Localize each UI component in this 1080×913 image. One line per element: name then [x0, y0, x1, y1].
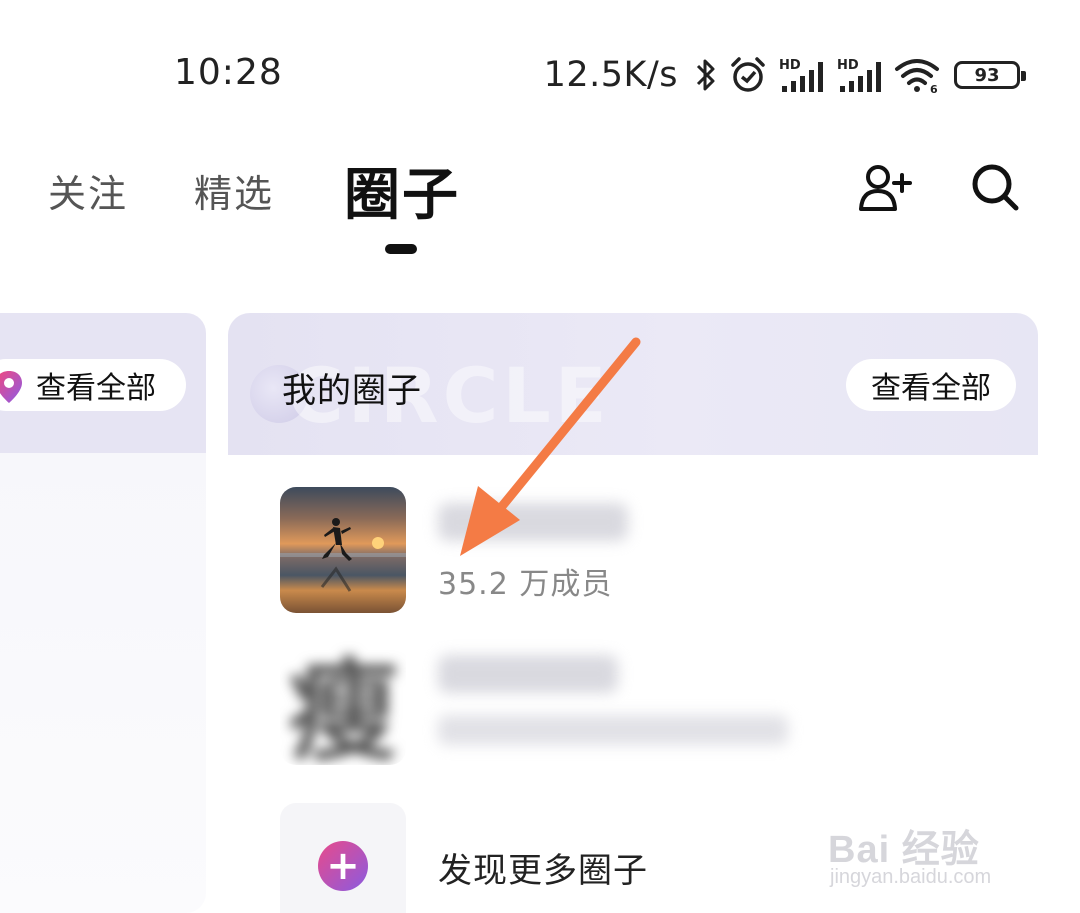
svg-text:6: 6 [930, 83, 938, 94]
hd-signal-icon: HD [836, 55, 884, 95]
location-pin-icon [0, 369, 24, 409]
status-icons: 12.5K/s HD HD 6 93 [543, 52, 1026, 98]
status-time: 10:28 [174, 52, 283, 93]
circle-member-count: 35.2 万成员 [438, 567, 613, 602]
card-header: CIRCLE 我的圈子 查看全部 [228, 313, 1038, 455]
tab-circles[interactable]: 圈子 [344, 150, 460, 231]
search-icon [970, 162, 1022, 218]
discover-more-circles-button[interactable]: + 发现更多圈子 [280, 803, 980, 913]
hd-signal-icon: HD [778, 55, 826, 95]
my-circles-card: CIRCLE 我的圈子 查看全部 35.2 万成员 瘦 + 发现更多圈子 [228, 313, 1038, 913]
add-friend-button[interactable] [858, 162, 914, 218]
alarm-icon [728, 55, 768, 95]
card-title: 我的圈子 [282, 371, 422, 411]
network-speed: 12.5K/s [543, 55, 678, 95]
search-button[interactable] [968, 162, 1024, 218]
tab-follow[interactable]: 关注 [48, 163, 128, 218]
battery-icon: 93 [954, 61, 1026, 89]
svg-text:HD: HD [837, 58, 859, 73]
circle-meta-blurred [438, 715, 788, 745]
view-all-button[interactable]: 查看全部 [846, 359, 1016, 411]
circle-thumbnail: 瘦 [280, 639, 406, 765]
discover-tile: + [280, 803, 406, 913]
thumbnail-glyph: 瘦 [288, 648, 398, 765]
circle-list-item[interactable]: 35.2 万成员 [280, 487, 980, 613]
wifi-icon: 6 [894, 55, 940, 95]
circle-list-item[interactable]: 瘦 [280, 639, 980, 765]
circle-name-blurred [438, 503, 628, 541]
header-actions [858, 162, 1024, 218]
active-tab-indicator [385, 244, 417, 254]
bluetooth-icon [694, 55, 718, 95]
next-card-edge [1038, 313, 1080, 913]
circle-thumbnail [280, 487, 406, 613]
plus-icon: + [318, 841, 368, 891]
discover-label: 发现更多圈子 [438, 851, 648, 891]
circle-name-blurred [438, 655, 618, 693]
tab-featured[interactable]: 精选 [194, 163, 274, 218]
status-bar: 10:28 12.5K/s HD HD 6 93 [0, 0, 1080, 120]
add-friend-icon [858, 163, 914, 217]
left-view-all-button[interactable]: 查看全部 [0, 359, 186, 411]
svg-text:HD: HD [779, 58, 801, 73]
top-tabs: 关注 精选 圈子 [48, 150, 526, 230]
